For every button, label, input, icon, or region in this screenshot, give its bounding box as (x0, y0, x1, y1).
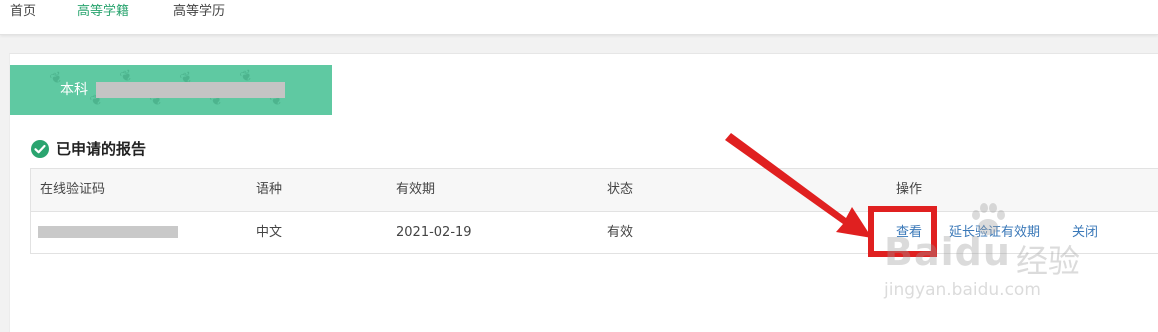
header-actions: 操作 (896, 182, 923, 197)
table-header-row (31, 169, 1158, 212)
check-circle-icon (31, 140, 49, 158)
section-title: 已申请的报告 (56, 140, 147, 158)
close-link[interactable]: 关闭 (1072, 224, 1098, 242)
header-expiry: 有效期 (396, 182, 436, 197)
nav-higher-ed-enrollment[interactable]: 高等学籍 (77, 3, 129, 21)
nav-higher-ed-degree[interactable]: 高等学历 (173, 3, 225, 21)
top-nav: 首页 高等学籍 高等学历 (0, 0, 1158, 35)
row-language: 中文 (256, 225, 283, 240)
header-language: 语种 (256, 182, 283, 197)
redacted-verification-code (38, 226, 178, 238)
degree-tab-label: 本科 (60, 82, 88, 98)
header-verification-code: 在线验证码 (40, 182, 106, 197)
extend-validity-link[interactable]: 延长验证有效期 (949, 224, 1040, 242)
nav-home[interactable]: 首页 (10, 3, 36, 21)
row-expiry: 2021-02-19 (396, 225, 472, 240)
header-status: 状态 (607, 182, 634, 197)
row-status: 有效 (607, 225, 634, 240)
highlight-box (868, 206, 937, 257)
redacted-text (96, 82, 285, 98)
